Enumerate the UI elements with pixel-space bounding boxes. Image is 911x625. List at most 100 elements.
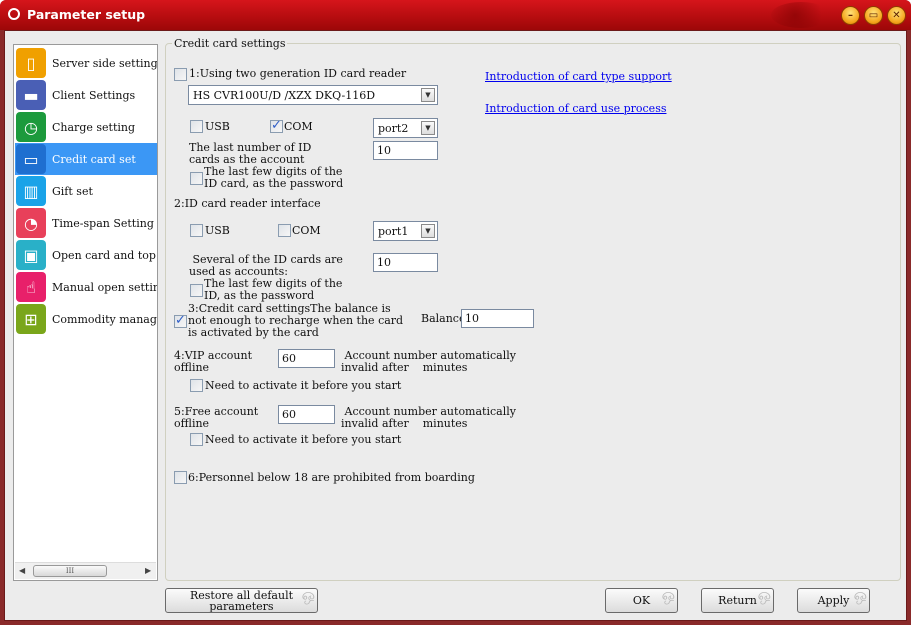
apply-button[interactable]: Apply ஒ xyxy=(797,588,870,613)
card-use-process-link[interactable]: Introduction of card use process xyxy=(485,102,666,115)
return-button[interactable]: Return ஒ xyxy=(701,588,774,613)
credit-card-settings-group: Credit card settings 1:Using two generat… xyxy=(165,37,901,581)
s3-label-3: is activated by the card xyxy=(188,326,319,339)
title-bar[interactable]: Parameter setup – ▭ ✕ xyxy=(0,0,911,30)
nav-item-credit-card-set[interactable]: ▭ Credit card set xyxy=(15,143,157,175)
chevron-down-icon[interactable]: ▼ xyxy=(421,224,435,238)
id-badge-icon: ▣ xyxy=(16,240,46,270)
timer-icon: ◔ xyxy=(16,208,46,238)
s2-account-input[interactable]: 10 xyxy=(373,253,438,272)
balance-label: Balance xyxy=(421,312,466,325)
restore-label: Restore all default xyxy=(189,588,294,602)
clock-coins-icon: ◷ xyxy=(16,112,46,142)
close-icon: ✕ xyxy=(892,10,901,21)
s1-port-value: port2 xyxy=(378,122,409,135)
gift-icon: ▥ xyxy=(16,176,46,206)
s1-port-select[interactable]: port2 ▼ xyxy=(373,118,438,138)
s4-activate-label: Need to activate it before you start xyxy=(205,379,402,392)
minimize-icon: – xyxy=(848,10,853,21)
s1-usb-checkbox[interactable] xyxy=(190,120,203,133)
s2-com-checkbox[interactable] xyxy=(278,224,291,237)
nav-item-time-span[interactable]: ◔ Time-span Setting xyxy=(15,207,157,239)
nav-item-client-settings[interactable]: ▬ Client Settings xyxy=(15,79,157,111)
dialog-body: ▯ Server side setting ▬ Client Settings … xyxy=(4,30,907,621)
nav-label: Charge setting xyxy=(52,120,136,134)
app-icon xyxy=(8,8,20,20)
nav-label: Server side setting xyxy=(52,56,157,70)
close-button[interactable]: ✕ xyxy=(887,6,906,25)
s1-password-checkbox[interactable] xyxy=(190,172,203,185)
swirl-decoration-icon: ஒ xyxy=(301,588,315,604)
scroll-left-icon[interactable]: ◀ xyxy=(19,566,25,575)
free-offline-minutes-input[interactable]: 60 xyxy=(278,405,335,424)
s4-label-2: offline xyxy=(174,361,210,374)
s3-checkbox[interactable] xyxy=(174,313,187,328)
swirl-decoration-icon: ஒ xyxy=(757,588,771,604)
hand-pointer-icon: ☝ xyxy=(16,272,46,302)
nav-item-gift-set[interactable]: ▥ Gift set xyxy=(15,175,157,207)
reader-model-value: HS CVR100U/D /XZX DKQ-116D xyxy=(193,89,376,102)
s1-checkbox[interactable] xyxy=(174,68,187,81)
s4-suffix-2: invalid after minutes xyxy=(341,361,468,374)
nav-label: Gift set xyxy=(52,184,93,198)
s6-checkbox[interactable] xyxy=(174,471,187,484)
nav-label: Commodity management xyxy=(52,312,157,326)
nav-item-commodity[interactable]: ⊞ Commodity management xyxy=(15,303,157,335)
nav-item-server-side[interactable]: ▯ Server side setting xyxy=(15,47,157,79)
balance-input[interactable]: 10 xyxy=(461,309,534,328)
s1-password-label-2: ID card, as the password xyxy=(204,177,344,190)
s5-suffix-2: invalid after minutes xyxy=(341,417,468,430)
card-type-support-link[interactable]: Introduction of card type support xyxy=(485,70,672,83)
settings-nav: ▯ Server side setting ▬ Client Settings … xyxy=(13,44,158,581)
horizontal-scrollbar[interactable]: ◀ III ▶ xyxy=(15,562,156,579)
nav-item-charge-setting[interactable]: ◷ Charge setting xyxy=(15,111,157,143)
ok-label: OK xyxy=(632,594,651,607)
nav-item-manual-open[interactable]: ☝ Manual open setting xyxy=(15,271,157,303)
return-label: Return xyxy=(718,594,757,607)
s2-usb-checkbox[interactable] xyxy=(190,224,203,237)
s2-com-label: COM xyxy=(292,224,321,237)
vip-offline-minutes-input[interactable]: 60 xyxy=(278,349,335,368)
s2-label: 2:ID card reader interface xyxy=(174,197,321,210)
s1-com-label: COM xyxy=(284,120,313,133)
restore-defaults-button[interactable]: Restore all default parameters ஒ xyxy=(165,588,318,613)
nav-label: Manual open setting xyxy=(52,280,157,294)
s5-label-2: offline xyxy=(174,417,210,430)
group-legend: Credit card settings xyxy=(172,37,288,50)
s1-account-input[interactable]: 10 xyxy=(373,141,438,160)
s2-password-label-2: ID, as the password xyxy=(204,289,315,302)
server-icon: ▯ xyxy=(16,48,46,78)
nav-item-open-card[interactable]: ▣ Open card and top up xyxy=(15,239,157,271)
minimize-button[interactable]: – xyxy=(841,6,860,25)
s5-activate-checkbox[interactable] xyxy=(190,433,203,446)
s2-port-select[interactable]: port1 ▼ xyxy=(373,221,438,241)
nav-label: Client Settings xyxy=(52,88,136,102)
s5-activate-label: Need to activate it before you start xyxy=(205,433,402,446)
restore-label-2: parameters xyxy=(209,599,274,613)
title-decoration xyxy=(771,2,831,28)
s2-usb-label: USB xyxy=(205,224,230,237)
monitor-icon: ▬ xyxy=(16,80,46,110)
s1-label: 1:Using two generation ID card reader xyxy=(189,67,407,80)
chevron-down-icon[interactable]: ▼ xyxy=(421,121,435,135)
maximize-icon: ▭ xyxy=(868,10,879,21)
window-title: Parameter setup xyxy=(27,7,146,22)
nav-label: Open card and top up xyxy=(52,248,157,262)
s4-activate-checkbox[interactable] xyxy=(190,379,203,392)
ok-button[interactable]: OK ஒ xyxy=(605,588,678,613)
scroll-thumb[interactable]: III xyxy=(33,565,107,577)
scroll-right-icon[interactable]: ▶ xyxy=(145,566,151,575)
chevron-down-icon[interactable]: ▼ xyxy=(421,88,435,102)
maximize-button[interactable]: ▭ xyxy=(864,6,883,25)
parameter-setup-window: Parameter setup – ▭ ✕ ▯ Server side sett… xyxy=(0,0,911,625)
nav-label: Credit card set xyxy=(52,152,136,166)
nav-label: Time-span Setting xyxy=(52,216,154,230)
cart-icon: ⊞ xyxy=(16,304,46,334)
reader-model-select[interactable]: HS CVR100U/D /XZX DKQ-116D ▼ xyxy=(188,85,438,105)
s1-usb-label: USB xyxy=(205,120,230,133)
s2-password-checkbox[interactable] xyxy=(190,284,203,297)
s1-com-checkbox[interactable] xyxy=(270,118,283,133)
s2-port-value: port1 xyxy=(378,225,409,238)
apply-label: Apply xyxy=(817,594,850,607)
s6-label: 6:Personnel below 18 are prohibited from… xyxy=(188,471,475,484)
